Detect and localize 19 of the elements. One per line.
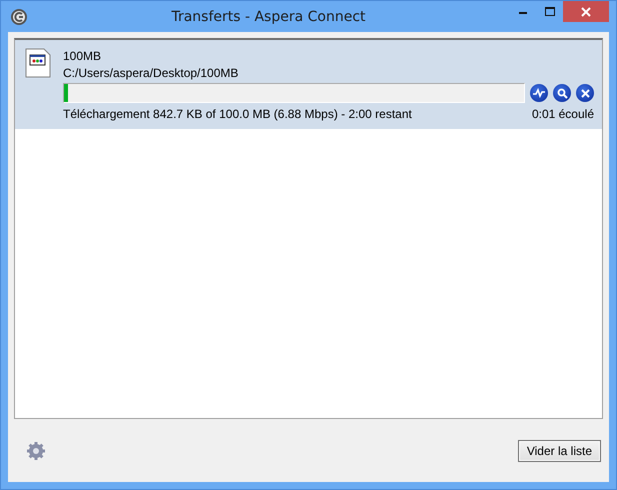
search-icon xyxy=(556,88,568,98)
maximize-icon xyxy=(544,6,554,16)
close-icon xyxy=(581,6,591,16)
settings-icon[interactable] xyxy=(26,440,46,460)
transfer-status: Téléchargement 842.7 KB of 100.0 MB (6.88 Mbps) - 2:00 restant xyxy=(63,106,412,123)
file-icon xyxy=(25,48,51,78)
close-icon xyxy=(580,88,590,98)
app-logo-icon xyxy=(10,8,28,26)
transfer-row[interactable]: 100MB C:/Users/aspera/Desktop/100MB Téléchargement 842.7 KB of 100.0 MB (6.88 Mbps) - 2:00 restant 0:01 écoulé xyxy=(15,40,602,129)
close-button[interactable] xyxy=(563,1,609,22)
search-button[interactable] xyxy=(553,84,571,102)
clear-list-button[interactable]: Vider la liste xyxy=(518,440,601,462)
pulse-icon xyxy=(533,88,545,98)
cancel-button[interactable] xyxy=(576,84,594,102)
file-name: 100MB xyxy=(63,48,102,65)
file-path: C:/Users/aspera/Desktop/100MB xyxy=(63,65,240,82)
window-title: Transferts - Aspera Connect xyxy=(170,8,367,24)
elapsed-time: 0:01 écoulé xyxy=(532,106,594,123)
graph-button[interactable] xyxy=(530,84,548,102)
